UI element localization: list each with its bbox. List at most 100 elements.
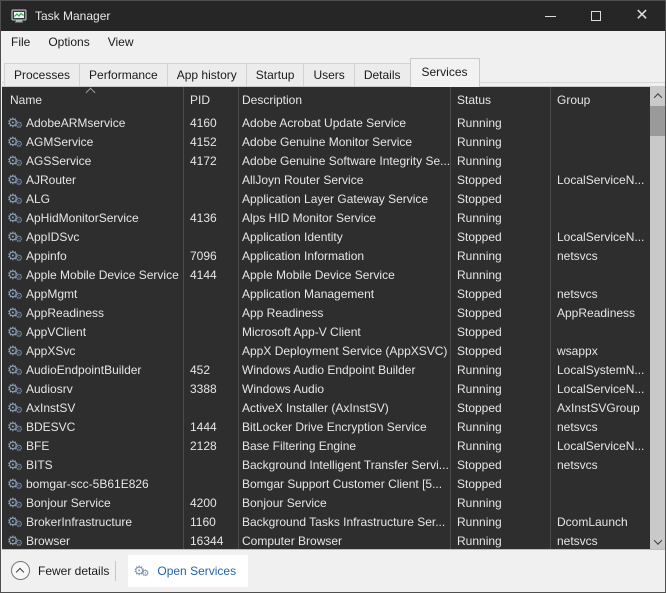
column-header-status[interactable]: Status — [450, 93, 550, 107]
cell-status: Stopped — [457, 324, 502, 339]
cell-name: BDESVC — [2, 419, 183, 435]
cell-status: Running — [457, 267, 502, 282]
table-row[interactable]: Browser 16344 Computer Browser Running netsv… — [2, 531, 650, 550]
cell-status: Running — [457, 514, 502, 529]
column-header-pid[interactable]: PID — [183, 93, 238, 107]
cell-name: ALG — [2, 191, 183, 207]
table-row[interactable]: AppIDSvc Application Identity Stopped Local… — [2, 227, 650, 246]
menu-item-view[interactable]: View — [99, 31, 143, 53]
tab-app-history[interactable]: App history — [167, 63, 247, 87]
cell-name: BrokerInfrastructure — [2, 514, 183, 530]
service-gear-icon — [7, 343, 23, 359]
tab-users[interactable]: Users — [304, 63, 355, 87]
table-row[interactable]: BrokerInfrastructure 1160 Background Tasks… — [2, 512, 650, 531]
cell-pid: 4160 — [190, 115, 217, 130]
service-gear-icon — [7, 457, 23, 473]
column-header-description[interactable]: Description — [238, 93, 450, 107]
table-row[interactable]: AudioEndpointBuilder 452 Windows Audio End… — [2, 360, 650, 379]
cell-group: AppReadiness — [557, 305, 636, 320]
cell-description: Application Identity — [242, 229, 343, 244]
cell-description: Apple Mobile Device Service — [242, 267, 395, 282]
close-button[interactable]: ✕ — [619, 1, 665, 31]
cell-group: netsvcs — [557, 248, 598, 263]
table-row[interactable]: AppReadiness App Readiness Stopped AppReadi… — [2, 303, 650, 322]
cell-group: netsvcs — [557, 457, 598, 472]
scrollbar-thumb[interactable] — [650, 106, 665, 136]
table-row[interactable]: BDESVC 1444 BitLocker Drive Encryption Ser… — [2, 417, 650, 436]
tab-processes[interactable]: Processes — [4, 63, 81, 87]
table-row[interactable]: AppMgmt Application Management Stopped nets… — [2, 284, 650, 303]
cell-status: Stopped — [457, 305, 502, 320]
cell-description: Windows Audio Endpoint Builder — [242, 362, 416, 377]
open-services-button[interactable]: Open Services — [128, 554, 249, 587]
cell-name: AppMgmt — [2, 286, 183, 302]
vertical-scrollbar[interactable] — [650, 87, 665, 550]
scroll-up-button[interactable] — [650, 87, 665, 104]
table-row[interactable]: AppXSvc AppX Deployment Service (AppXSVC)… — [2, 341, 650, 360]
tab-details[interactable]: Details — [354, 63, 411, 87]
table-row[interactable]: AdobeARMservice 4160 Adobe Acrobat Update … — [2, 113, 650, 132]
column-separator[interactable] — [550, 87, 551, 550]
cell-status: Running — [457, 362, 502, 377]
table-row[interactable]: AxInstSV ActiveX Installer (AxInstSV) Stop… — [2, 398, 650, 417]
fewer-details-button[interactable]: Fewer details — [11, 561, 109, 580]
menubar: File Options View — [2, 31, 665, 53]
column-separator[interactable] — [183, 87, 184, 550]
cell-name: Bonjour Service — [2, 495, 183, 511]
task-manager-window: Task Manager ✕ File Options View Processes… — [0, 0, 666, 593]
table-row[interactable]: ApHidMonitorService 4136 Alps HID Monitor … — [2, 208, 650, 227]
service-gear-icon — [7, 305, 23, 321]
service-gear-icon — [7, 115, 23, 131]
service-gear-icon — [7, 400, 23, 416]
cell-group: netsvcs — [557, 286, 598, 301]
cell-description: Bomgar Support Customer Client [5... — [242, 476, 443, 491]
cell-status: Running — [457, 419, 502, 434]
table-row[interactable]: AGSService 4172 Adobe Genuine Software Int… — [2, 151, 650, 170]
cell-group: LocalServiceN... — [557, 438, 645, 453]
maximize-button[interactable] — [573, 1, 619, 31]
cell-group: LocalServiceN... — [557, 229, 645, 244]
cell-pid: 4144 — [190, 267, 217, 282]
table-row[interactable]: BITS Background Intelligent Transfer Serv… — [2, 455, 650, 474]
table-row[interactable]: Apple Mobile Device Service 4144 Apple Mob… — [2, 265, 650, 284]
menu-item-file[interactable]: File — [2, 31, 39, 53]
tab-startup[interactable]: Startup — [246, 63, 305, 87]
tab-services[interactable]: Services — [409, 58, 480, 87]
titlebar: Task Manager ✕ — [1, 1, 665, 31]
cell-status: Running — [457, 495, 502, 510]
task-manager-icon — [11, 9, 27, 23]
table-row[interactable]: Audiosrv 3388 Windows Audio Running LocalSer… — [2, 379, 650, 398]
menu-item-options[interactable]: Options — [39, 31, 98, 53]
table-row[interactable]: bomgar-scc-5B61E826 Bomgar Support Custom… — [2, 474, 650, 493]
cell-description: Adobe Acrobat Update Service — [242, 115, 407, 130]
cell-name: BITS — [2, 457, 183, 473]
cell-name: bomgar-scc-5B61E826 — [2, 476, 183, 492]
cell-status: Stopped — [457, 457, 502, 472]
table-row[interactable]: BFE 2128 Base Filtering Engine Running Local… — [2, 436, 650, 455]
chevron-down-icon — [653, 535, 663, 545]
table-row[interactable]: ALG Application Layer Gateway Service Stop… — [2, 189, 650, 208]
table-row[interactable]: AJRouter AllJoyn Router Service Stopped Loc… — [2, 170, 650, 189]
cell-pid: 4152 — [190, 134, 217, 149]
tab-performance[interactable]: Performance — [80, 63, 168, 87]
table-row[interactable]: Bonjour Service 4200 Bonjour Service Runnin… — [2, 493, 650, 512]
service-gear-icon — [7, 229, 23, 245]
table-row[interactable]: AGMService 4152 Adobe Genuine Monitor Serv… — [2, 132, 650, 151]
column-header-group[interactable]: Group — [550, 93, 650, 107]
minimize-button[interactable] — [527, 1, 573, 31]
column-separator[interactable] — [450, 87, 451, 550]
statusbar-separator — [115, 560, 117, 581]
cell-pid: 1160 — [190, 514, 216, 529]
cell-group: wsappx — [557, 343, 598, 358]
service-gear-icon — [7, 381, 23, 397]
cell-status: Stopped — [457, 286, 502, 301]
column-separator[interactable] — [238, 87, 239, 550]
service-gear-icon — [7, 210, 23, 226]
scroll-down-button[interactable] — [650, 533, 665, 550]
service-gear-icon — [7, 324, 23, 340]
table-row[interactable]: AppVClient Microsoft App-V Client Stopped — [2, 322, 650, 341]
table-row[interactable]: Appinfo 7096 Application Information Runnin… — [2, 246, 650, 265]
service-gear-icon — [7, 191, 23, 207]
cell-pid: 2128 — [190, 438, 217, 453]
cell-description: Computer Browser — [242, 533, 343, 548]
